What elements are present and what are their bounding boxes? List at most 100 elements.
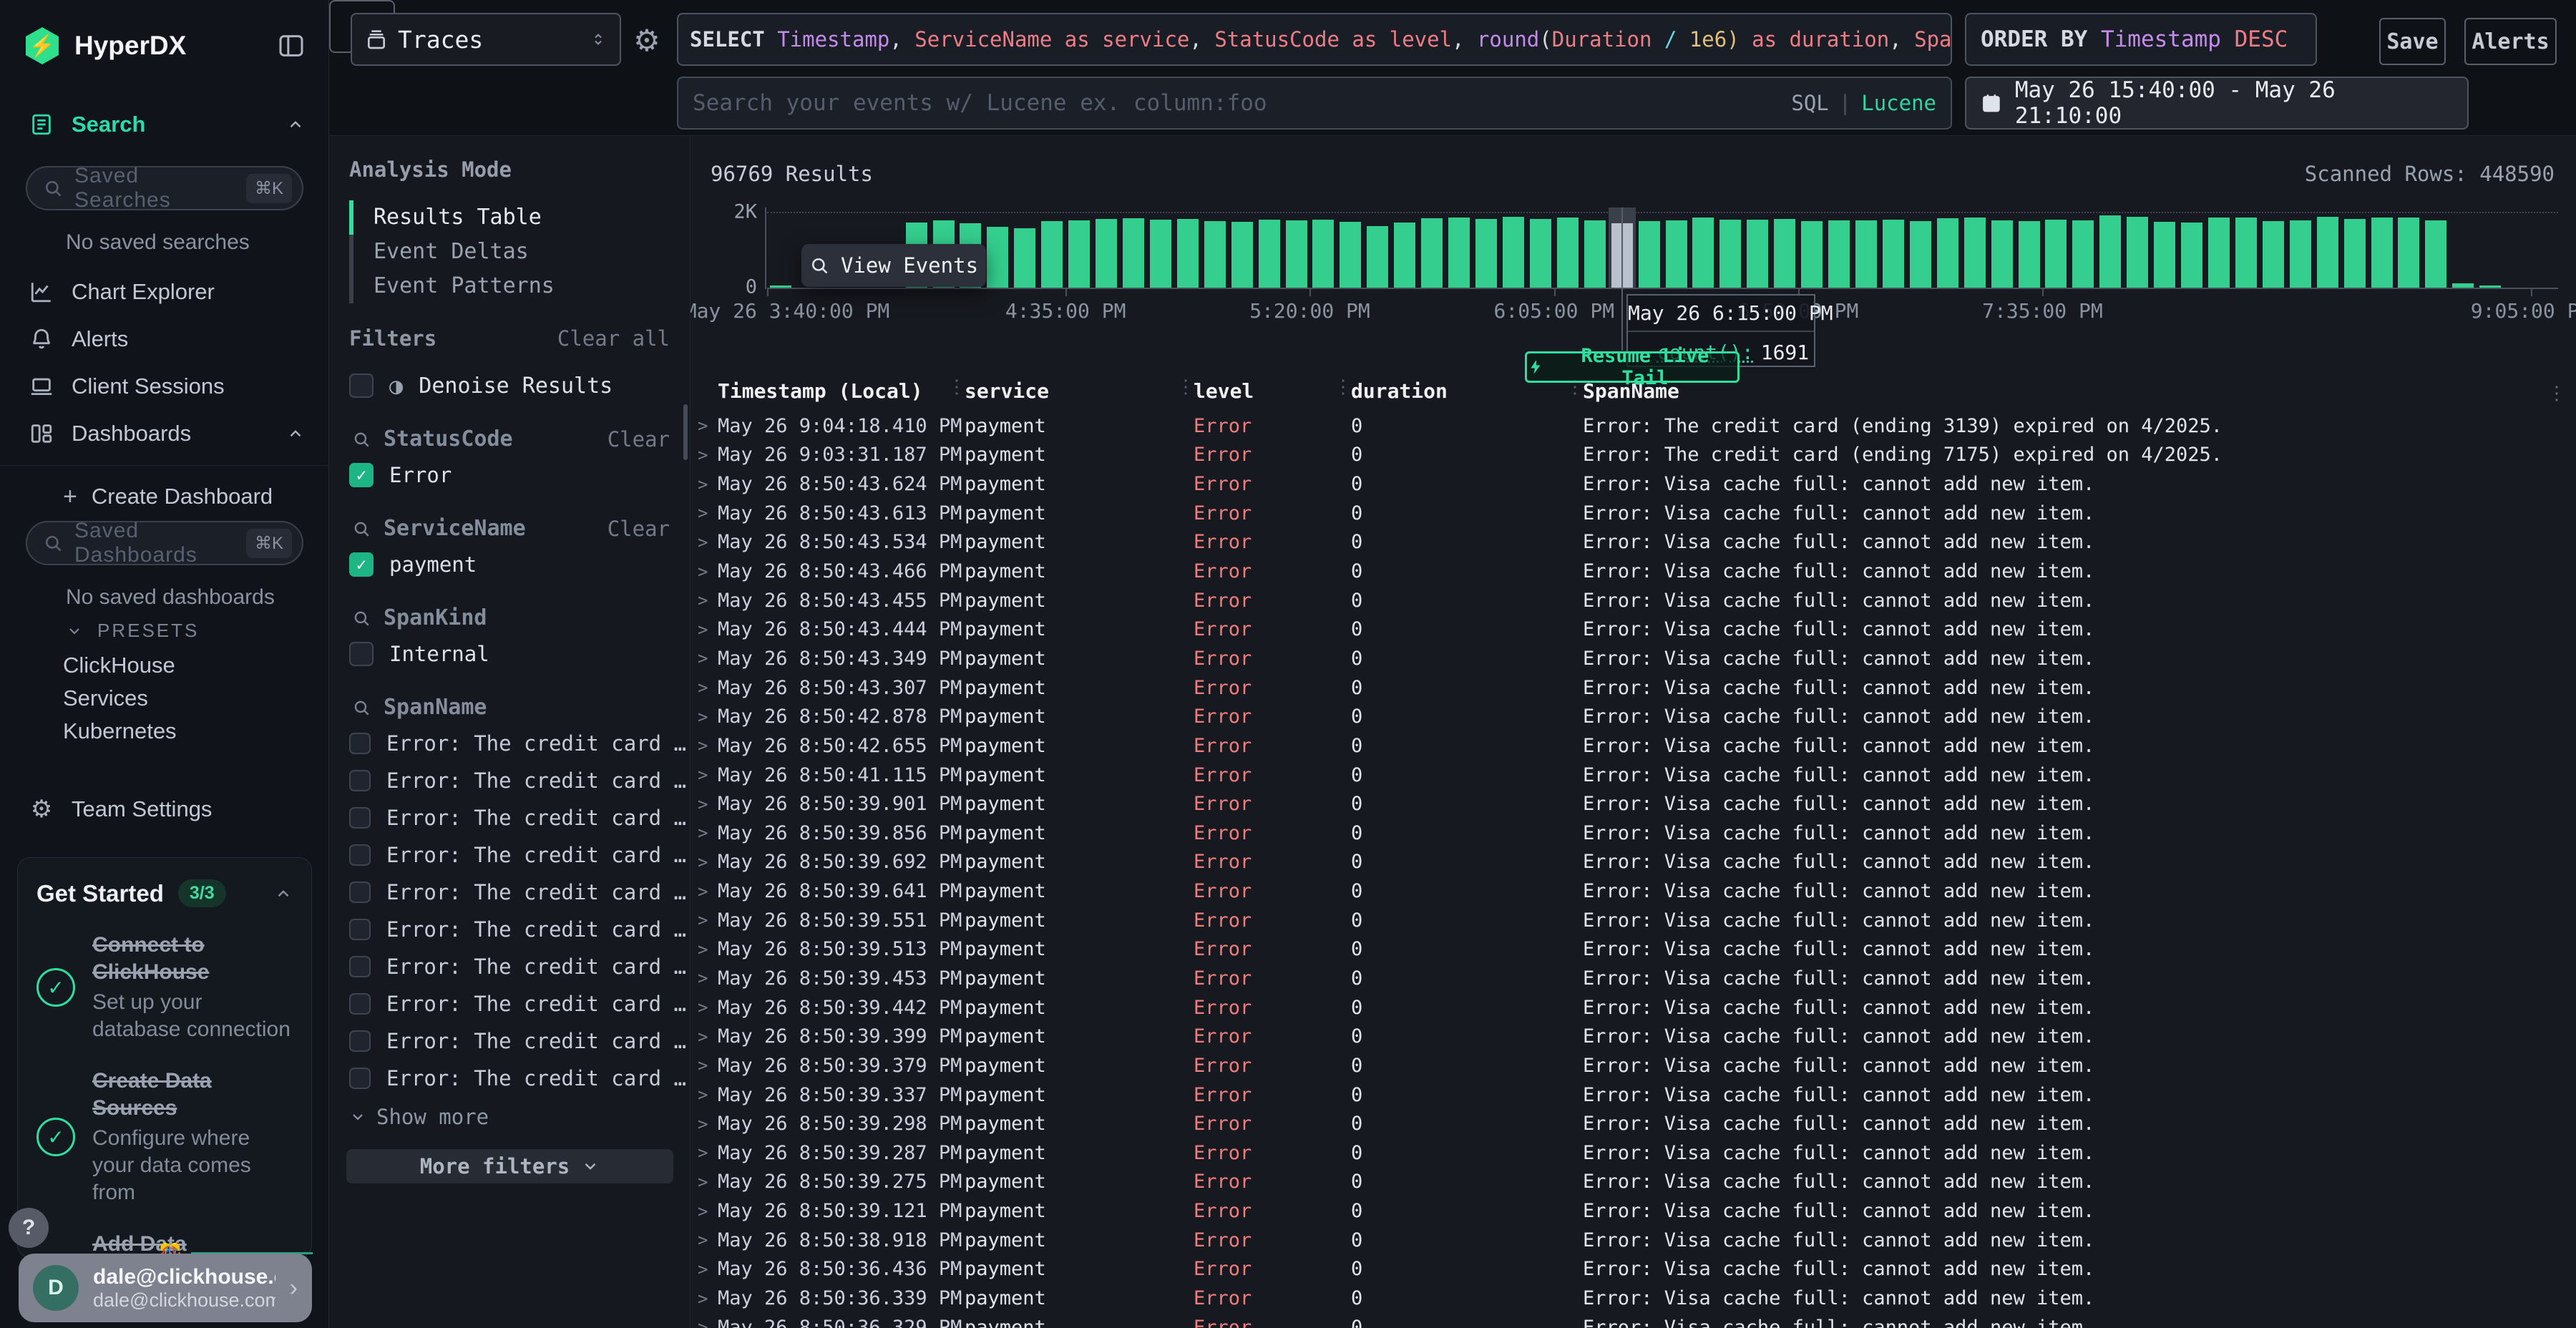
histogram-bar[interactable]: [2263, 221, 2284, 288]
preset-clickhouse[interactable]: ClickHouse: [63, 653, 175, 678]
table-row[interactable]: >May 26 8:50:41.115 PMpaymentError0Error…: [698, 761, 2558, 790]
filter-option-row[interactable]: Error: The credit card …: [349, 804, 690, 831]
table-row[interactable]: >May 26 8:50:39.551 PMpaymentError0Error…: [698, 906, 2558, 935]
statuscode-checkbox[interactable]: ✓: [349, 463, 374, 487]
histogram-bar[interactable]: [1286, 220, 1307, 288]
sidebar-item-alerts[interactable]: Alerts: [0, 321, 329, 358]
histogram-bar[interactable]: [2290, 220, 2311, 288]
filter-option-row[interactable]: Error: The credit card …: [349, 916, 690, 943]
language-toggle-sql[interactable]: SQL: [1791, 91, 1828, 115]
analysis-mode-results-table[interactable]: Results Table: [353, 200, 690, 235]
histogram-bar[interactable]: [2398, 218, 2419, 288]
filter-option-row[interactable]: Internal: [349, 640, 690, 668]
table-row[interactable]: >May 26 8:50:43.613 PMpaymentError0Error…: [698, 499, 2558, 528]
histogram-bar[interactable]: [1340, 222, 1361, 288]
table-row[interactable]: >May 26 8:50:36.339 PMpaymentError0Error…: [698, 1284, 2558, 1313]
more-filters-button[interactable]: More filters: [346, 1149, 673, 1183]
table-row[interactable]: >May 26 8:50:39.399 PMpaymentError0Error…: [698, 1022, 2558, 1051]
row-expand-chevron-icon[interactable]: >: [698, 910, 718, 930]
histogram-bar[interactable]: [1774, 219, 1795, 288]
sidebar-item-client-sessions[interactable]: Client Sessions: [0, 368, 329, 405]
table-row[interactable]: >May 26 8:50:42.655 PMpaymentError0Error…: [698, 731, 2558, 761]
histogram-bar[interactable]: [1666, 220, 1687, 288]
time-range-picker[interactable]: May 26 15:40:00 - May 26 21:10:00: [1965, 77, 2469, 130]
column-resize-handle[interactable]: ⋮: [1334, 376, 1352, 398]
table-row[interactable]: >May 26 8:50:42.878 PMpaymentError0Error…: [698, 702, 2558, 731]
histogram-bar[interactable]: [1855, 220, 1877, 288]
table-row[interactable]: >May 26 8:50:43.534 PMpaymentError0Error…: [698, 528, 2558, 557]
histogram-bar[interactable]: [1883, 220, 1904, 288]
row-expand-chevron-icon[interactable]: >: [698, 648, 718, 668]
row-expand-chevron-icon[interactable]: >: [698, 416, 718, 436]
row-expand-chevron-icon[interactable]: >: [698, 1085, 718, 1105]
table-row[interactable]: >May 26 8:50:39.379 PMpaymentError0Error…: [698, 1051, 2558, 1080]
filter-option-row[interactable]: Error: The credit card …: [349, 767, 690, 794]
histogram-bar[interactable]: [1041, 221, 1063, 288]
table-row[interactable]: >May 26 8:50:43.307 PMpaymentError0Error…: [698, 673, 2558, 703]
row-expand-chevron-icon[interactable]: >: [698, 852, 718, 872]
row-expand-chevron-icon[interactable]: >: [698, 765, 718, 785]
row-expand-chevron-icon[interactable]: >: [698, 1259, 718, 1279]
row-expand-chevron-icon[interactable]: >: [698, 736, 718, 756]
sidebar-item-team-settings[interactable]: ⚙ Team Settings: [0, 791, 329, 828]
spanname-checkbox[interactable]: [349, 1068, 371, 1089]
histogram-bar[interactable]: [2208, 218, 2230, 288]
table-row[interactable]: >May 26 8:50:39.453 PMpaymentError0Error…: [698, 964, 2558, 993]
histogram-bar[interactable]: [1964, 218, 1986, 288]
histogram-bar[interactable]: [2019, 221, 2040, 288]
show-more-button[interactable]: Show more: [349, 1105, 489, 1129]
spanname-checkbox[interactable]: [349, 956, 371, 977]
preset-services[interactable]: Services: [63, 685, 148, 711]
preset-kubernetes[interactable]: Kubernetes: [63, 718, 177, 744]
histogram-bar[interactable]: [1991, 220, 2013, 288]
save-button[interactable]: Save: [2379, 18, 2446, 65]
table-row[interactable]: >May 26 8:50:39.442 PMpaymentError0Error…: [698, 993, 2558, 1022]
histogram-bar[interactable]: [1937, 218, 1958, 288]
histogram-bar[interactable]: [1421, 218, 1443, 288]
sidebar-item-chart-explorer[interactable]: Chart Explorer: [0, 273, 329, 311]
histogram-bar[interactable]: [2045, 220, 2067, 288]
row-expand-chevron-icon[interactable]: >: [698, 1027, 718, 1047]
chevron-up-icon[interactable]: [274, 884, 293, 903]
row-expand-chevron-icon[interactable]: >: [698, 445, 718, 465]
histogram-bar[interactable]: [2127, 217, 2148, 288]
histogram-bar[interactable]: [1150, 220, 1171, 288]
table-row[interactable]: >May 26 8:50:39.901 PMpaymentError0Error…: [698, 789, 2558, 819]
row-expand-chevron-icon[interactable]: >: [698, 678, 718, 698]
filter-option-row[interactable]: ✓payment: [349, 551, 690, 578]
chevron-up-icon[interactable]: [286, 115, 305, 134]
histogram-bar[interactable]: [2154, 222, 2175, 288]
histogram-bar[interactable]: [1259, 220, 1280, 288]
table-row[interactable]: >May 26 8:50:43.624 PMpaymentError0Error…: [698, 469, 2558, 499]
row-expand-chevron-icon[interactable]: >: [698, 1114, 718, 1134]
row-expand-chevron-icon[interactable]: >: [698, 997, 718, 1017]
filter-option-row[interactable]: Error: The credit card …: [349, 1065, 690, 1092]
row-expand-chevron-icon[interactable]: >: [698, 707, 718, 727]
analysis-mode-event-deltas[interactable]: Event Deltas: [353, 235, 690, 269]
row-expand-chevron-icon[interactable]: >: [698, 882, 718, 902]
row-expand-chevron-icon[interactable]: >: [698, 1230, 718, 1250]
histogram-bar[interactable]: [1231, 222, 1253, 288]
sidebar-collapse-icon[interactable]: [277, 30, 308, 62]
histogram-bar[interactable]: [1123, 218, 1144, 288]
filter-option-row[interactable]: Error: The credit card …: [349, 879, 690, 906]
column-resize-handle[interactable]: ⋮: [947, 376, 966, 398]
row-expand-chevron-icon[interactable]: >: [698, 1172, 718, 1192]
spanname-checkbox[interactable]: [349, 807, 371, 829]
filter-option-row[interactable]: Error: The credit card …: [349, 953, 690, 980]
table-row[interactable]: >May 26 8:50:43.455 PMpaymentError0Error…: [698, 586, 2558, 615]
alerts-button[interactable]: Alerts: [2464, 18, 2557, 65]
table-row[interactable]: >May 26 8:50:39.121 PMpaymentError0Error…: [698, 1196, 2558, 1226]
histogram-bar[interactable]: [2072, 220, 2094, 288]
row-expand-chevron-icon[interactable]: >: [698, 968, 718, 988]
histogram-bar[interactable]: [2452, 283, 2474, 288]
sql-select-input[interactable]: SELECT Timestamp, ServiceName as service…: [677, 13, 1952, 66]
row-expand-chevron-icon[interactable]: >: [698, 1055, 718, 1075]
spanname-checkbox[interactable]: [349, 733, 371, 754]
table-row[interactable]: >May 26 8:50:39.337 PMpaymentError0Error…: [698, 1080, 2558, 1110]
search-input[interactable]: Search your events w/ Lucene ex. column:…: [677, 77, 1952, 130]
histogram-bar[interactable]: [1530, 219, 1551, 288]
analysis-mode-event-patterns[interactable]: Event Patterns: [353, 269, 690, 303]
help-button[interactable]: ?: [9, 1208, 49, 1248]
clear-all-button[interactable]: Clear all: [557, 326, 670, 351]
